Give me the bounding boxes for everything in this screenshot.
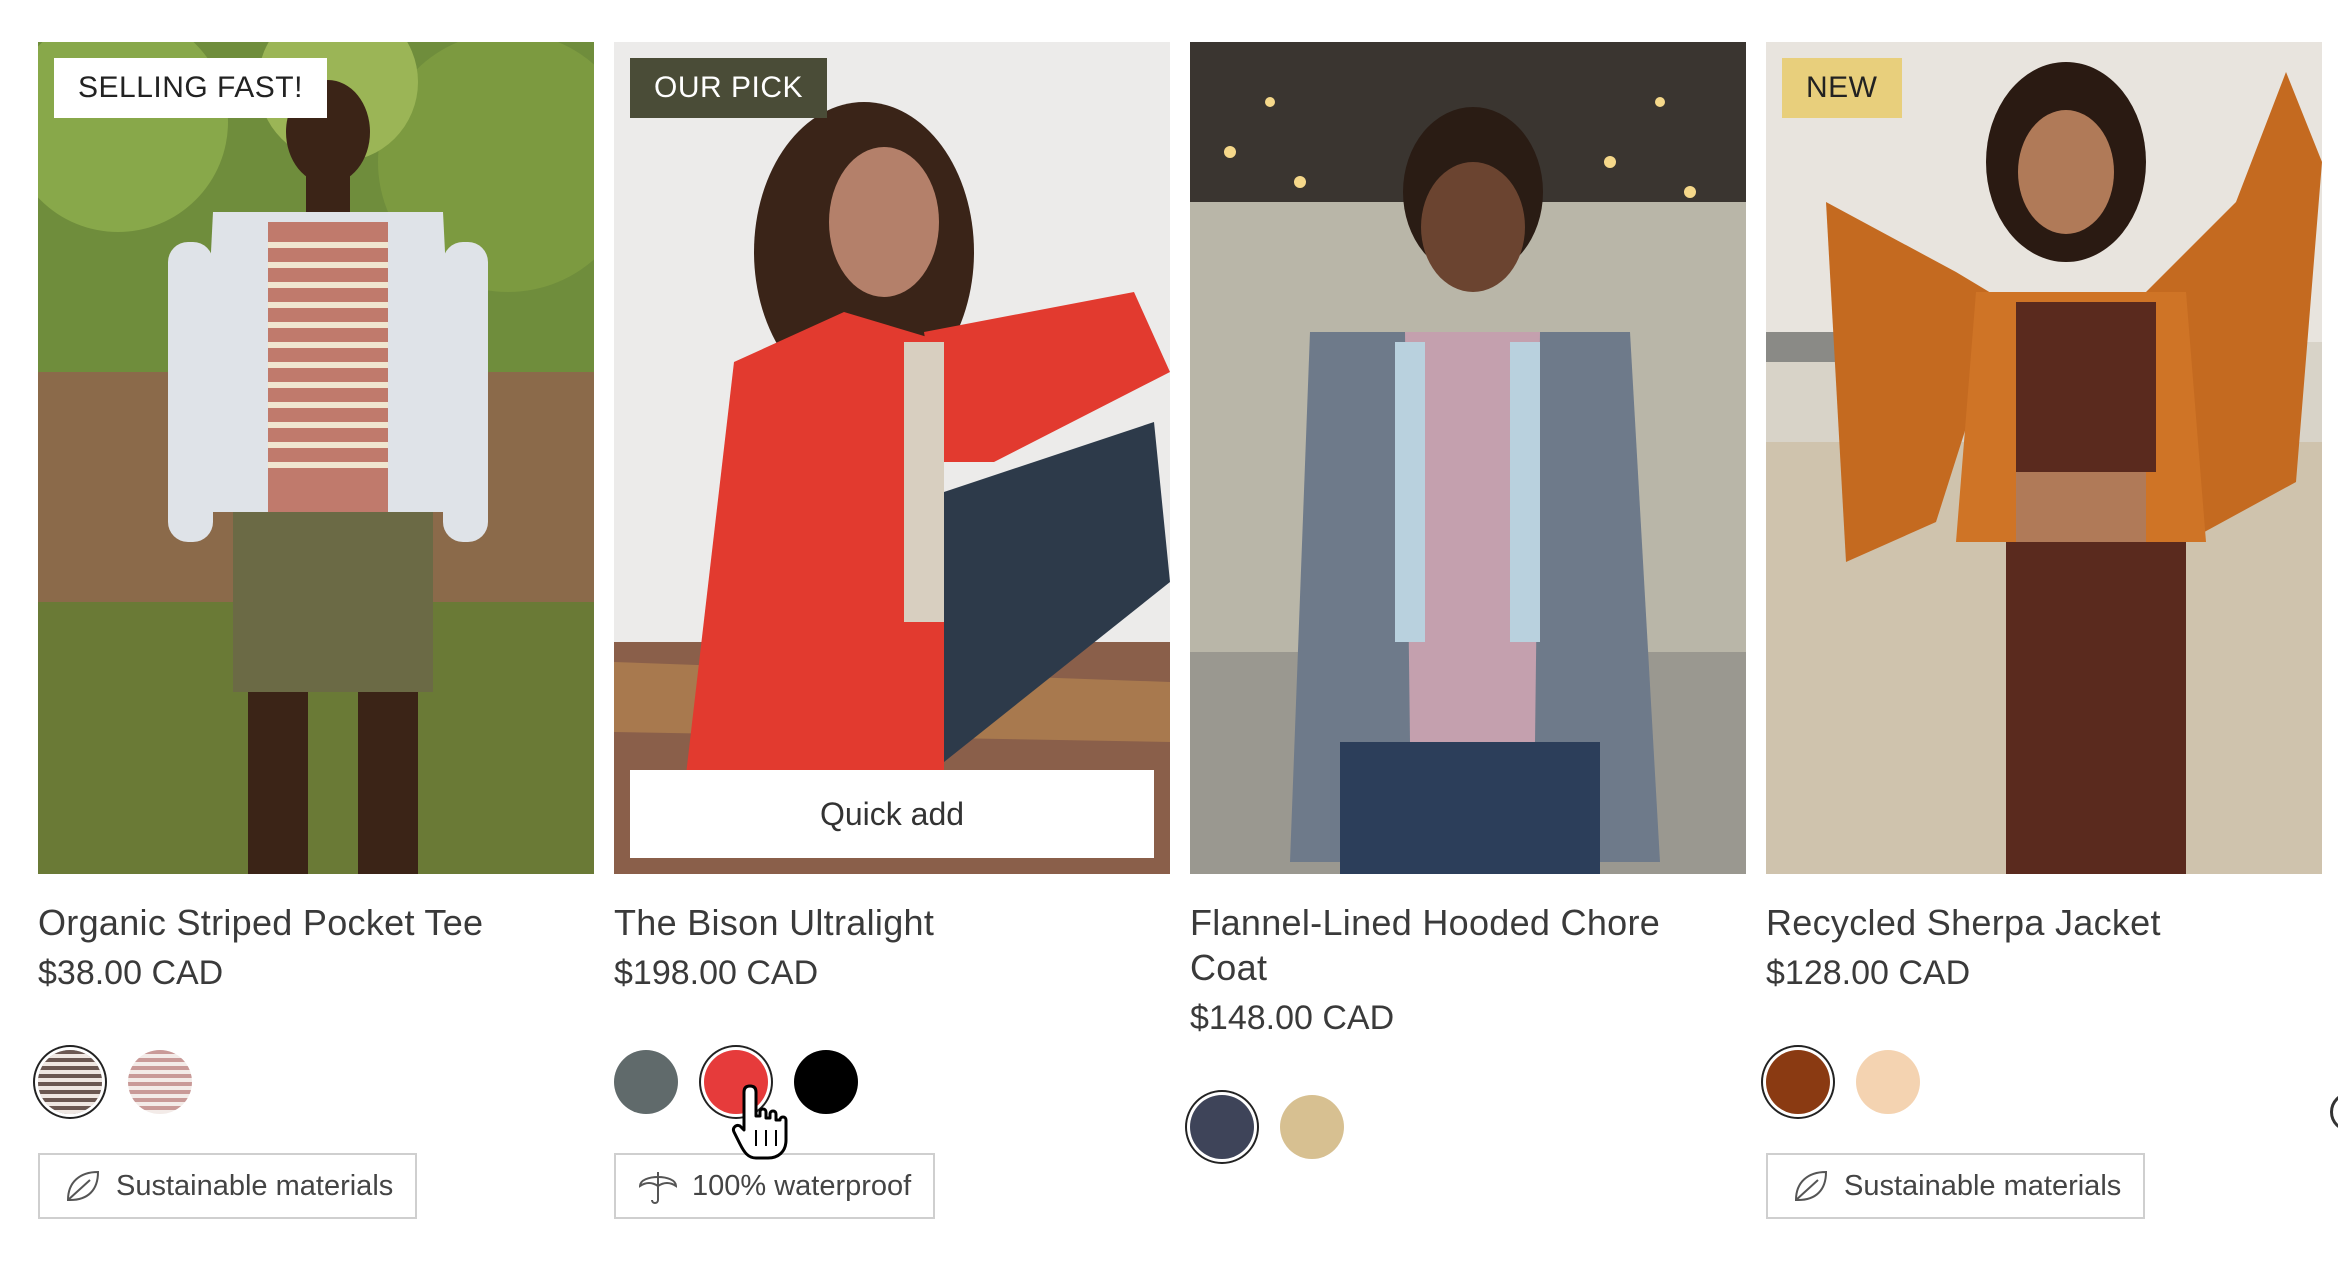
product-card-chore-coat[interactable]: Flannel-Lined Hooded Chore Coat $148.00 … — [1190, 42, 1746, 1164]
badge-new: NEW — [1782, 58, 1902, 118]
quick-add-button[interactable]: Quick add — [630, 770, 1154, 858]
swatch-cream[interactable] — [1856, 1050, 1920, 1114]
product-photo-bison-ultralight — [614, 42, 1170, 874]
product-photo-sherpa-jacket — [1766, 42, 2322, 874]
swatch-rust[interactable] — [1766, 1050, 1830, 1114]
color-swatches — [1766, 1045, 2322, 1119]
umbrella-icon — [638, 1172, 678, 1204]
swatch-striped-rose[interactable] — [128, 1050, 192, 1114]
product-card-bison-ultralight[interactable]: OUR PICK Quick add The Bison Ultralight … — [614, 42, 1170, 1219]
badge-our-pick: OUR PICK — [630, 58, 828, 118]
product-title[interactable]: The Bison Ultralight — [614, 900, 1170, 945]
feature-tag: Sustainable materials — [1766, 1153, 2146, 1219]
product-card-striped-tee[interactable]: SELLING FAST! Organic Striped Pocket Tee… — [38, 42, 594, 1219]
feature-tag: 100% waterproof — [614, 1153, 936, 1219]
carousel-next-button[interactable] — [2330, 1092, 2338, 1132]
product-price: $38.00 CAD — [38, 954, 224, 992]
product-title[interactable]: Organic Striped Pocket Tee — [38, 900, 594, 945]
product-title[interactable]: Flannel-Lined Hooded Chore Coat — [1190, 900, 1710, 990]
leaf-icon — [66, 1170, 100, 1201]
color-swatches — [614, 1045, 1170, 1119]
feature-label: Sustainable materials — [116, 1169, 394, 1202]
color-swatches — [1190, 1090, 1746, 1164]
swatch-black[interactable] — [794, 1050, 858, 1114]
leaf-icon — [1794, 1170, 1828, 1201]
product-price: $198.00 CAD — [614, 954, 819, 992]
product-image[interactable]: SELLING FAST! — [38, 42, 594, 874]
swatch-striped-brown[interactable] — [38, 1050, 102, 1114]
product-image[interactable] — [1190, 42, 1746, 874]
product-image[interactable]: OUR PICK Quick add — [614, 42, 1170, 874]
swatch-red[interactable] — [704, 1050, 768, 1114]
product-photo-chore-coat — [1190, 42, 1746, 874]
product-title[interactable]: Recycled Sherpa Jacket — [1766, 900, 2322, 945]
swatch-khaki[interactable] — [1280, 1095, 1344, 1159]
swatch-slate[interactable] — [614, 1050, 678, 1114]
product-price: $148.00 CAD — [1190, 999, 1395, 1037]
product-image[interactable]: NEW — [1766, 42, 2322, 874]
product-card-sherpa-jacket[interactable]: NEW Recycled Sherpa Jacket $128.00 CAD S… — [1766, 42, 2322, 1219]
feature-label: Sustainable materials — [1844, 1169, 2122, 1202]
feature-tag: Sustainable materials — [38, 1153, 418, 1219]
product-photo-striped-tee — [38, 42, 594, 874]
product-price: $128.00 CAD — [1766, 954, 1971, 992]
badge-selling-fast: SELLING FAST! — [54, 58, 327, 118]
swatch-navy[interactable] — [1190, 1095, 1254, 1159]
feature-label: 100% waterproof — [692, 1169, 912, 1202]
color-swatches — [38, 1045, 594, 1119]
